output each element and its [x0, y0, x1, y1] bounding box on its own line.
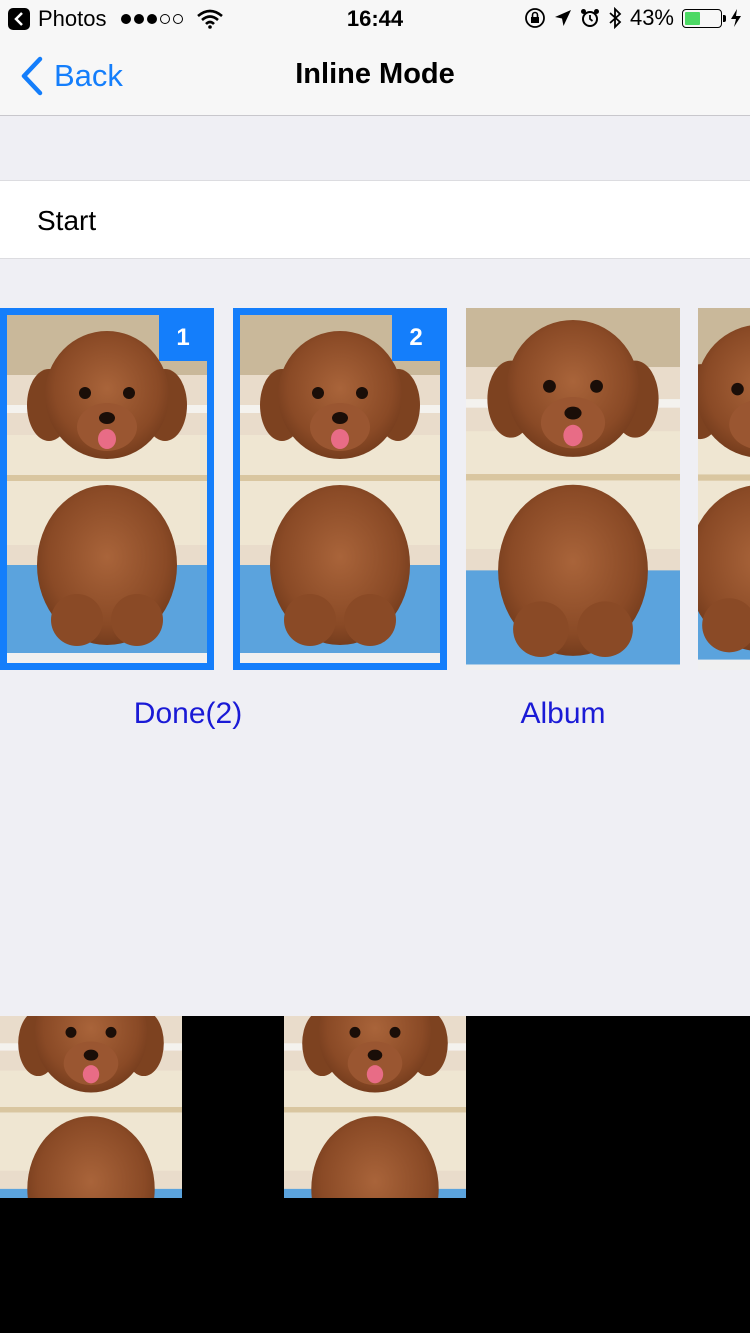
selection-badge: 2: [392, 315, 440, 361]
selected-preview-area: [0, 1016, 750, 1333]
poodle-image: [466, 308, 680, 670]
photo-thumbnail[interactable]: [698, 308, 750, 670]
location-icon: [554, 10, 571, 26]
photo-thumbnail[interactable]: 2: [233, 308, 447, 670]
poodle-image: [0, 1016, 182, 1198]
start-cell[interactable]: Start: [0, 180, 750, 259]
charging-bolt-icon: [731, 9, 741, 27]
screen: Photos 16:44 43% Back Inline Mode Start …: [0, 0, 750, 1333]
navigation-bar: Back Inline Mode: [0, 36, 750, 116]
selection-badge: 1: [159, 315, 207, 361]
alarm-icon: [580, 9, 599, 27]
poodle-image: [698, 308, 750, 670]
battery-level: [685, 11, 700, 25]
battery-icon: [682, 8, 726, 28]
start-label: Start: [37, 205, 97, 236]
photo-strip[interactable]: 1 2: [0, 308, 750, 670]
selected-photo-preview[interactable]: [0, 1016, 182, 1198]
photo-thumbnail[interactable]: 1: [0, 308, 214, 670]
orientation-lock-icon: [525, 8, 545, 28]
poodle-image: [240, 315, 440, 663]
album-button[interactable]: Album: [490, 697, 636, 731]
battery-percent: 43%: [629, 5, 674, 30]
page-title: Inline Mode: [295, 58, 455, 90]
bluetooth-icon: [609, 7, 622, 29]
selected-photo-preview[interactable]: [284, 1016, 466, 1198]
done-button[interactable]: Done(2): [110, 697, 266, 731]
status-right: 43%: [524, 5, 742, 31]
poodle-image: [7, 315, 207, 663]
status-bar: Photos 16:44 43%: [0, 0, 750, 36]
photo-thumbnail[interactable]: [466, 308, 680, 670]
poodle-image: [284, 1016, 466, 1198]
